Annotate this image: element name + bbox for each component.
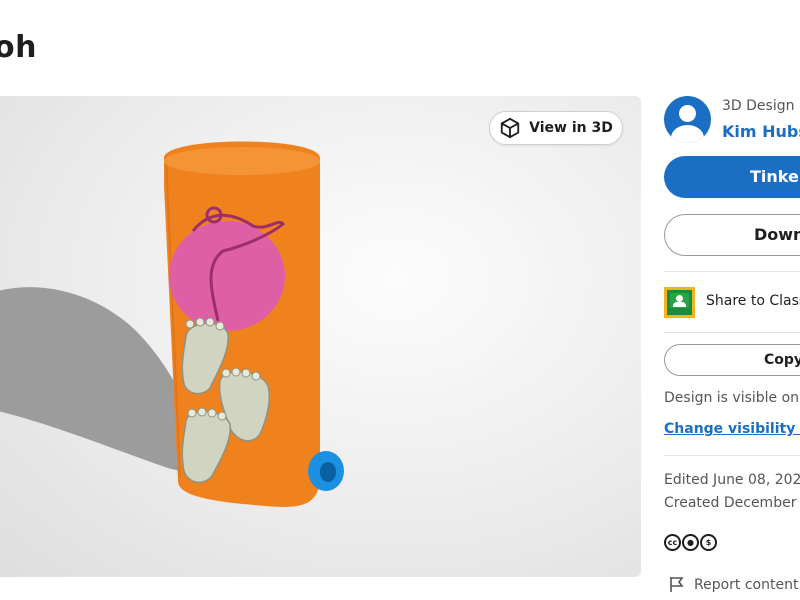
report-content-link[interactable]: Report content xyxy=(669,576,798,593)
divider xyxy=(664,332,800,333)
logo-disc xyxy=(169,221,285,331)
tinker-button[interactable]: Tinker xyxy=(664,156,800,198)
cube-icon xyxy=(500,117,520,139)
divider xyxy=(664,271,800,272)
author-link[interactable]: Kim Hubs xyxy=(722,122,800,141)
download-button[interactable]: Down xyxy=(664,214,800,256)
cylinder-top xyxy=(164,147,320,175)
created-date: Created December 20, xyxy=(664,495,800,511)
cc-icon: cc xyxy=(664,534,681,551)
visibility-status: Design is visible only xyxy=(664,390,800,406)
model-viewer[interactable] xyxy=(0,96,641,577)
by-icon: ● xyxy=(682,534,699,551)
license-icons[interactable]: cc ● $ xyxy=(664,534,717,551)
edited-date: Edited June 08, 2024 xyxy=(664,472,800,488)
design-type-label: 3D Design xyxy=(722,98,795,114)
nc-icon: $ xyxy=(700,534,717,551)
share-to-classroom-label[interactable]: Share to Classr xyxy=(706,293,800,309)
report-content-label: Report content xyxy=(694,576,799,593)
model-render xyxy=(0,141,344,507)
view-in-3d-label: View in 3D xyxy=(529,120,613,136)
flag-icon xyxy=(670,577,684,592)
ring xyxy=(308,451,344,491)
copy-button[interactable]: Copy xyxy=(664,344,800,376)
view-in-3d-button[interactable]: View in 3D xyxy=(489,111,623,145)
change-visibility-link[interactable]: Change visibility to sh xyxy=(664,421,800,437)
page-title: oh xyxy=(0,30,37,65)
google-classroom-icon[interactable] xyxy=(664,287,695,318)
divider xyxy=(664,455,800,456)
avatar[interactable] xyxy=(664,96,711,143)
